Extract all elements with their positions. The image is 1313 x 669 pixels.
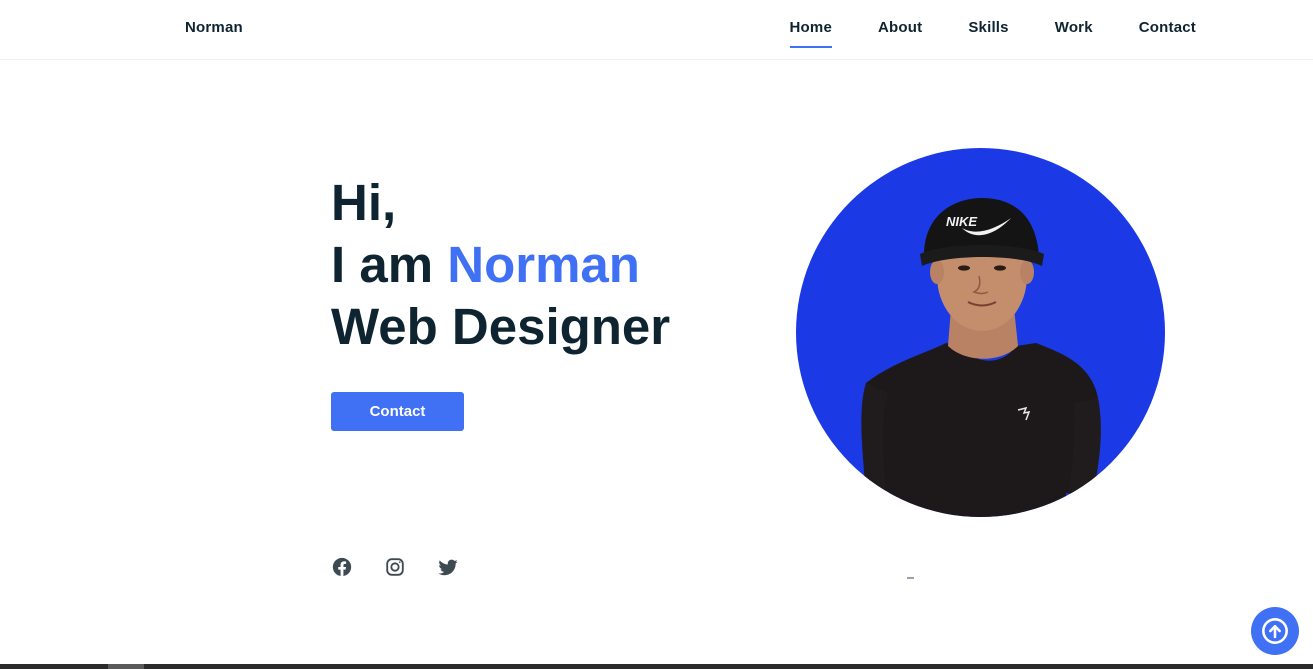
hero-intro-line: I am Norman (331, 234, 670, 296)
instagram-icon[interactable] (384, 556, 406, 578)
hero-role: Web Designer (331, 298, 671, 355)
scroll-indicator (907, 577, 914, 579)
arrow-up-circle-icon (1261, 617, 1289, 645)
nav-item-about[interactable]: About (878, 19, 922, 48)
contact-button[interactable]: Contact (331, 392, 464, 431)
site-header: Norman Home About Skills Work Contact (0, 0, 1313, 60)
nav-item-skills[interactable]: Skills (968, 19, 1008, 48)
facebook-icon[interactable] (331, 556, 353, 578)
cap-logo-text: NIKE (946, 214, 977, 229)
main-nav: Home About Skills Work Contact (789, 19, 1196, 48)
hero-greeting: Hi, (331, 174, 397, 231)
nav-item-work[interactable]: Work (1055, 19, 1093, 48)
hero-title: Hi, I am Norman Web Designer (331, 172, 670, 358)
scroll-top-button[interactable] (1251, 607, 1299, 655)
social-links (331, 556, 490, 578)
bottom-scrollbar[interactable] (0, 664, 1313, 669)
twitter-icon[interactable] (437, 556, 459, 578)
avatar-photo: NIKE (796, 148, 1165, 517)
nav-item-home[interactable]: Home (789, 19, 833, 48)
scrollbar-thumb[interactable] (108, 664, 144, 669)
nav-item-contact[interactable]: Contact (1139, 19, 1196, 48)
hero-name: Norman (447, 236, 640, 293)
hero-intro: I am (331, 236, 448, 293)
site-logo[interactable]: Norman (185, 19, 243, 36)
